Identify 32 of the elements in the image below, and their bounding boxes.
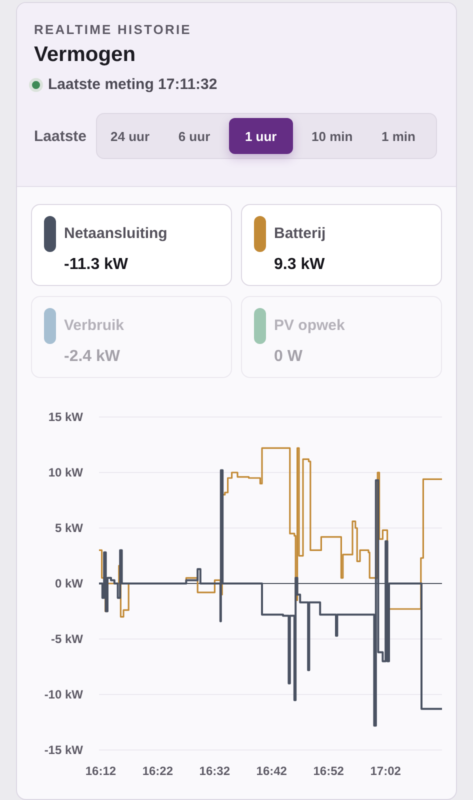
axis-label: 15 kW: [48, 410, 83, 424]
axis-label: 16:42: [256, 764, 287, 778]
axis-label: 17:02: [370, 764, 401, 778]
axis-label: 16:12: [85, 764, 116, 778]
legend-name: Batterij: [274, 225, 326, 242]
range-tab[interactable]: 1 min: [372, 118, 426, 154]
legend-name: Netaansluiting: [64, 225, 168, 242]
last-measurement-text: Laatste meting 17:11:32: [48, 76, 218, 93]
axis-label: 5 kW: [54, 521, 83, 535]
range-label: Laatste: [34, 128, 87, 144]
axis-label: 0 kW: [54, 576, 83, 590]
axis-label: -5 kW: [50, 632, 83, 646]
legend-name: Verbruik: [64, 317, 124, 334]
axis-label: -10 kW: [44, 688, 83, 702]
panel-title: Vermogen: [34, 43, 137, 67]
axis-label: -15 kW: [44, 743, 83, 757]
legend-value: 0 W: [274, 348, 304, 366]
axis-label: 16:32: [199, 764, 230, 778]
legend-value: 9.3 kW: [274, 256, 326, 274]
legend-name: PV opwek: [274, 317, 345, 334]
axis-label: 16:22: [142, 764, 174, 778]
legend-card[interactable]: Batterij 9.3 kW: [241, 204, 442, 286]
range-tab[interactable]: 6 uur: [168, 118, 220, 154]
range-tab[interactable]: 24 uur: [100, 118, 160, 154]
legend-value: -11.3 kW: [64, 256, 130, 274]
range-tab[interactable]: 1 uur: [228, 118, 293, 154]
legend-card[interactable]: Netaansluiting -11.3 kW: [31, 204, 232, 286]
legend-value: -2.4 kW: [64, 348, 122, 366]
axis-label: 16:52: [313, 764, 344, 778]
axis-label: 10 kW: [48, 466, 83, 480]
range-tab[interactable]: 10 min: [302, 118, 363, 154]
section-label: REALTIME HISTORIE: [34, 22, 192, 37]
